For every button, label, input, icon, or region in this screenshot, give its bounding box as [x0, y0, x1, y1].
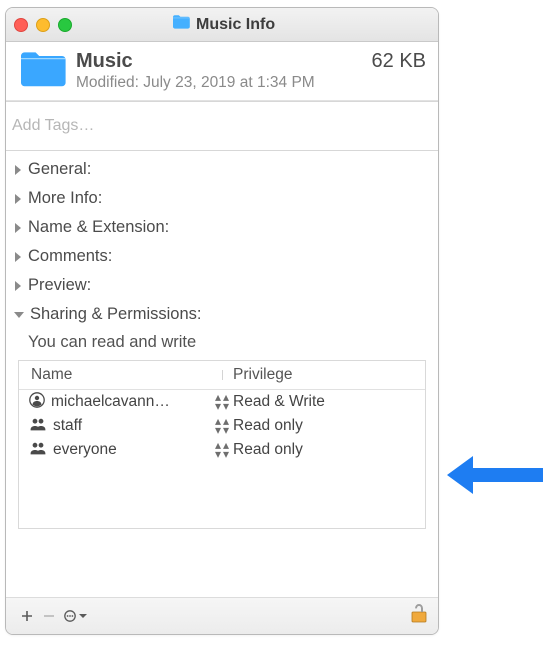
permissions-table-body: michaelcavann… ▴▾ ▴▾ Read & Write staff …: [19, 389, 425, 528]
window-title: Music Info: [196, 16, 275, 34]
section-label: More Info:: [28, 189, 102, 208]
modified-label: Modified:: [76, 74, 139, 91]
zoom-window-button[interactable]: [58, 18, 72, 32]
section-comments[interactable]: Comments:: [10, 242, 434, 271]
info-sections: General: More Info: Name & Extension: Co…: [6, 151, 438, 329]
permissions-table-header: Name Privilege: [19, 361, 425, 389]
disclosure-right-icon: [14, 165, 22, 175]
permissions-table: Name Privilege michaelcavann… ▴▾ ▴▾ Read…: [18, 360, 426, 529]
stepper-icon: ▴▾: [223, 417, 229, 435]
titlebar: Music Info: [6, 8, 438, 42]
table-row[interactable]: michaelcavann… ▴▾ ▴▾ Read & Write: [19, 390, 425, 414]
info-window: Music Info Music Modified: July 23, 2019…: [5, 7, 439, 635]
minimize-window-button[interactable]: [36, 18, 50, 32]
column-header-privilege[interactable]: Privilege: [223, 366, 425, 384]
disclosure-down-icon: [14, 311, 24, 319]
privilege-value: Read & Write: [233, 393, 325, 411]
permissions-toolbar: [6, 597, 438, 634]
table-row: [19, 506, 425, 528]
stepper-icon: ▴▾: [215, 393, 221, 411]
remove-button[interactable]: [38, 607, 60, 625]
add-button[interactable]: [16, 607, 38, 625]
table-row: [19, 462, 425, 484]
item-name: Music: [76, 50, 372, 72]
section-label: Name & Extension:: [28, 218, 169, 237]
disclosure-right-icon: [14, 281, 22, 291]
stepper-icon: ▴▾: [215, 417, 221, 435]
section-preview[interactable]: Preview:: [10, 271, 434, 300]
section-more-info[interactable]: More Info:: [10, 184, 434, 213]
folder-icon: [172, 15, 190, 34]
privilege-cell[interactable]: ▴▾ Read & Write: [221, 393, 425, 411]
tags-field-container: [6, 101, 438, 151]
stepper-icon: ▴▾: [223, 441, 229, 459]
section-sharing-permissions[interactable]: Sharing & Permissions:: [10, 300, 434, 329]
section-label: General:: [28, 160, 91, 179]
modified-line: Modified: July 23, 2019 at 1:34 PM: [76, 74, 372, 92]
section-label: Comments:: [28, 247, 112, 266]
section-general[interactable]: General:: [10, 155, 434, 184]
table-row[interactable]: staff ▴▾ ▴▾ Read only: [19, 414, 425, 438]
disclosure-right-icon: [14, 252, 22, 262]
group-icon: [29, 417, 47, 436]
privilege-cell[interactable]: ▴▾ Read only: [221, 441, 425, 459]
table-row: [19, 484, 425, 506]
user-icon: [29, 392, 45, 413]
disclosure-right-icon: [14, 194, 22, 204]
stepper-icon: ▴▾: [223, 393, 229, 411]
stepper-icon: ▴▾: [215, 441, 221, 459]
section-label: Sharing & Permissions:: [30, 305, 202, 324]
privilege-value: Read only: [233, 441, 303, 459]
folder-large-icon: [18, 50, 68, 90]
permissions-summary: You can read and write: [6, 329, 438, 360]
window-controls: [14, 18, 72, 32]
table-row[interactable]: everyone ▴▾ ▴▾ Read only: [19, 438, 425, 462]
section-label: Preview:: [28, 276, 91, 295]
item-size: 62 KB: [372, 50, 426, 92]
lock-icon[interactable]: [410, 602, 428, 630]
disclosure-right-icon: [14, 223, 22, 233]
privilege-cell[interactable]: ▴▾ Read only: [221, 417, 425, 435]
privilege-value: Read only: [233, 417, 303, 435]
info-header: Music Modified: July 23, 2019 at 1:34 PM…: [6, 42, 438, 101]
user-name: everyone: [53, 441, 211, 459]
group-icon: [29, 441, 47, 460]
close-window-button[interactable]: [14, 18, 28, 32]
tags-input[interactable]: [6, 102, 439, 150]
user-name: staff: [53, 417, 211, 435]
user-name: michaelcavann…: [51, 393, 211, 411]
callout-arrow-icon: [447, 452, 543, 503]
modified-value: July 23, 2019 at 1:34 PM: [143, 74, 314, 91]
action-menu-button[interactable]: [60, 607, 92, 625]
column-header-name[interactable]: Name: [19, 366, 223, 384]
section-name-extension[interactable]: Name & Extension:: [10, 213, 434, 242]
